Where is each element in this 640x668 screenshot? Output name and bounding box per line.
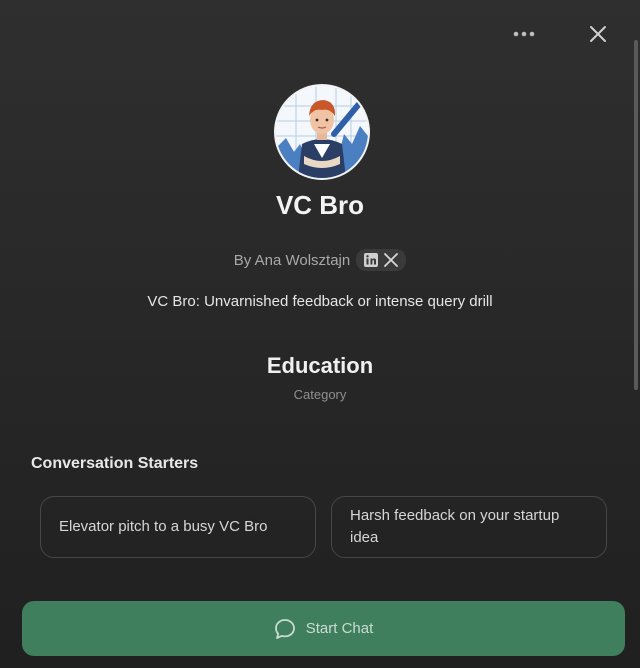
gpt-avatar [274,84,370,180]
avatar-illustration [276,86,368,178]
conversation-starter-text: Elevator pitch to a busy VC Bro [59,518,268,535]
conversation-starters-heading: Conversation Starters [31,455,199,472]
linkedin-link[interactable] [364,253,379,267]
x-link[interactable] [384,253,399,267]
gpt-description: VC Bro: Unvarnished feedback or intense … [147,293,493,310]
start-chat-label: Start Chat [305,620,374,637]
gpt-name: VC Bro [275,190,365,220]
more-horizontal-icon [513,31,535,37]
close-icon [590,26,606,42]
social-links [356,249,407,271]
author-name: By Ana Wolsztajn [233,251,351,269]
conversation-starter-text: Harsh feedback on your startup idea [350,507,560,546]
conversation-starter-button[interactable]: Elevator pitch to a busy VC Bro [40,496,316,558]
close-button[interactable] [584,20,612,48]
x-logo-icon [384,253,399,267]
conversation-starter-button[interactable]: Harsh feedback on your startup idea [331,496,607,558]
category-label: Category [293,387,347,402]
linkedin-icon [364,253,379,267]
author-byline: By Ana Wolsztajn [0,249,640,271]
chat-bubble-icon [274,618,295,639]
category-value: Education [266,353,374,378]
more-options-button[interactable] [510,20,538,48]
gpt-details-panel: VC Bro By Ana Wolsztajn VC Bro: Unvarnis… [0,0,640,668]
start-chat-button[interactable]: Start Chat [22,601,625,656]
